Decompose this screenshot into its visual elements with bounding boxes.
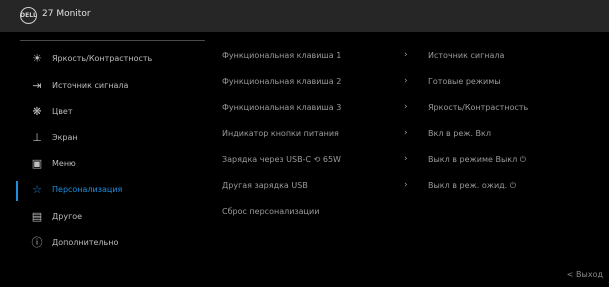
menu-item-5[interactable]: ▣ Меню [0, 152, 205, 178]
chevron-right-icon: › [404, 180, 408, 190]
submenu-option-1[interactable]: Функциональная клавиша 1 [222, 51, 341, 60]
menu-icon: ▣ [31, 157, 43, 170]
color-icon: ❋ [32, 105, 42, 118]
submenu-value-6: Выкл в реж. ожид. ⏻ [428, 181, 517, 190]
exit-button[interactable]: < Выход [567, 270, 603, 279]
menu-item-label: Источник сигнала [52, 81, 129, 90]
menu-item-6[interactable]: ☆ Персонализация [0, 178, 205, 204]
menu-item-2[interactable]: ⇥ Источник сигнала [0, 74, 205, 100]
main-menu: ☀ Яркость/Контрастность ⇥ Источник сигнала ❋… [0, 0, 205, 287]
chevron-right-icon: › [404, 50, 408, 60]
menu-item-3[interactable]: ❋ Цвет [0, 100, 205, 126]
input-source-icon: ⇥ [32, 79, 42, 92]
submenu-value-5: Выкл в режиме Выкл ⏻ [428, 155, 527, 164]
active-marker [16, 181, 18, 201]
monitor-osd: DELL 27 Monitor ☀ Яркость/Контрастность ⇥ И… [0, 0, 609, 287]
star-icon: ☆ [32, 183, 42, 196]
menu-item-label: Меню [52, 159, 76, 168]
menu-item-7[interactable]: ▤ Другое [0, 205, 205, 231]
submenu-option-2[interactable]: Функциональная клавиша 2 [222, 77, 341, 86]
menu-item-label: Яркость/Контрастность [52, 54, 153, 63]
display-icon: ⊥ [32, 131, 42, 144]
info-icon: ⓘ [31, 236, 43, 249]
menu-item-label: Другое [52, 212, 83, 221]
submenu-option-3[interactable]: Функциональная клавиша 3 [222, 103, 341, 112]
menu-item-label: Цвет [52, 107, 73, 116]
chevron-right-icon: › [404, 102, 408, 112]
submenu-value-1: Источник сигнала [428, 51, 505, 60]
chevron-right-icon: › [404, 154, 408, 164]
chevron-right-icon: › [404, 128, 408, 138]
menu-item-8[interactable]: ⓘ Дополнительно [0, 231, 205, 257]
others-icon: ▤ [31, 210, 43, 223]
submenu-option-4[interactable]: Индикатор кнопки питания [222, 129, 339, 138]
submenu-option-5[interactable]: Зарядка через USB-C ⟲ 65W [222, 155, 341, 164]
menu-item-label: Дополнительно [52, 238, 119, 247]
menu-item-label: Персонализация [52, 185, 123, 194]
brightness-icon: ☀ [32, 52, 42, 65]
chevron-right-icon: › [404, 76, 408, 86]
submenu-value-2: Готовые режимы [428, 77, 501, 86]
submenu-option-6[interactable]: Другая зарядка USB [222, 181, 308, 190]
submenu-value-4: Вкл в реж. Вкл [428, 129, 491, 138]
menu-item-label: Экран [52, 133, 78, 142]
submenu-value-3: Яркость/Контрастность [428, 103, 529, 112]
menu-item-4[interactable]: ⊥ Экран [0, 126, 205, 152]
submenu-option-7[interactable]: Сброс персонализации [222, 207, 319, 216]
menu-item-1[interactable]: ☀ Яркость/Контрастность [0, 47, 205, 73]
